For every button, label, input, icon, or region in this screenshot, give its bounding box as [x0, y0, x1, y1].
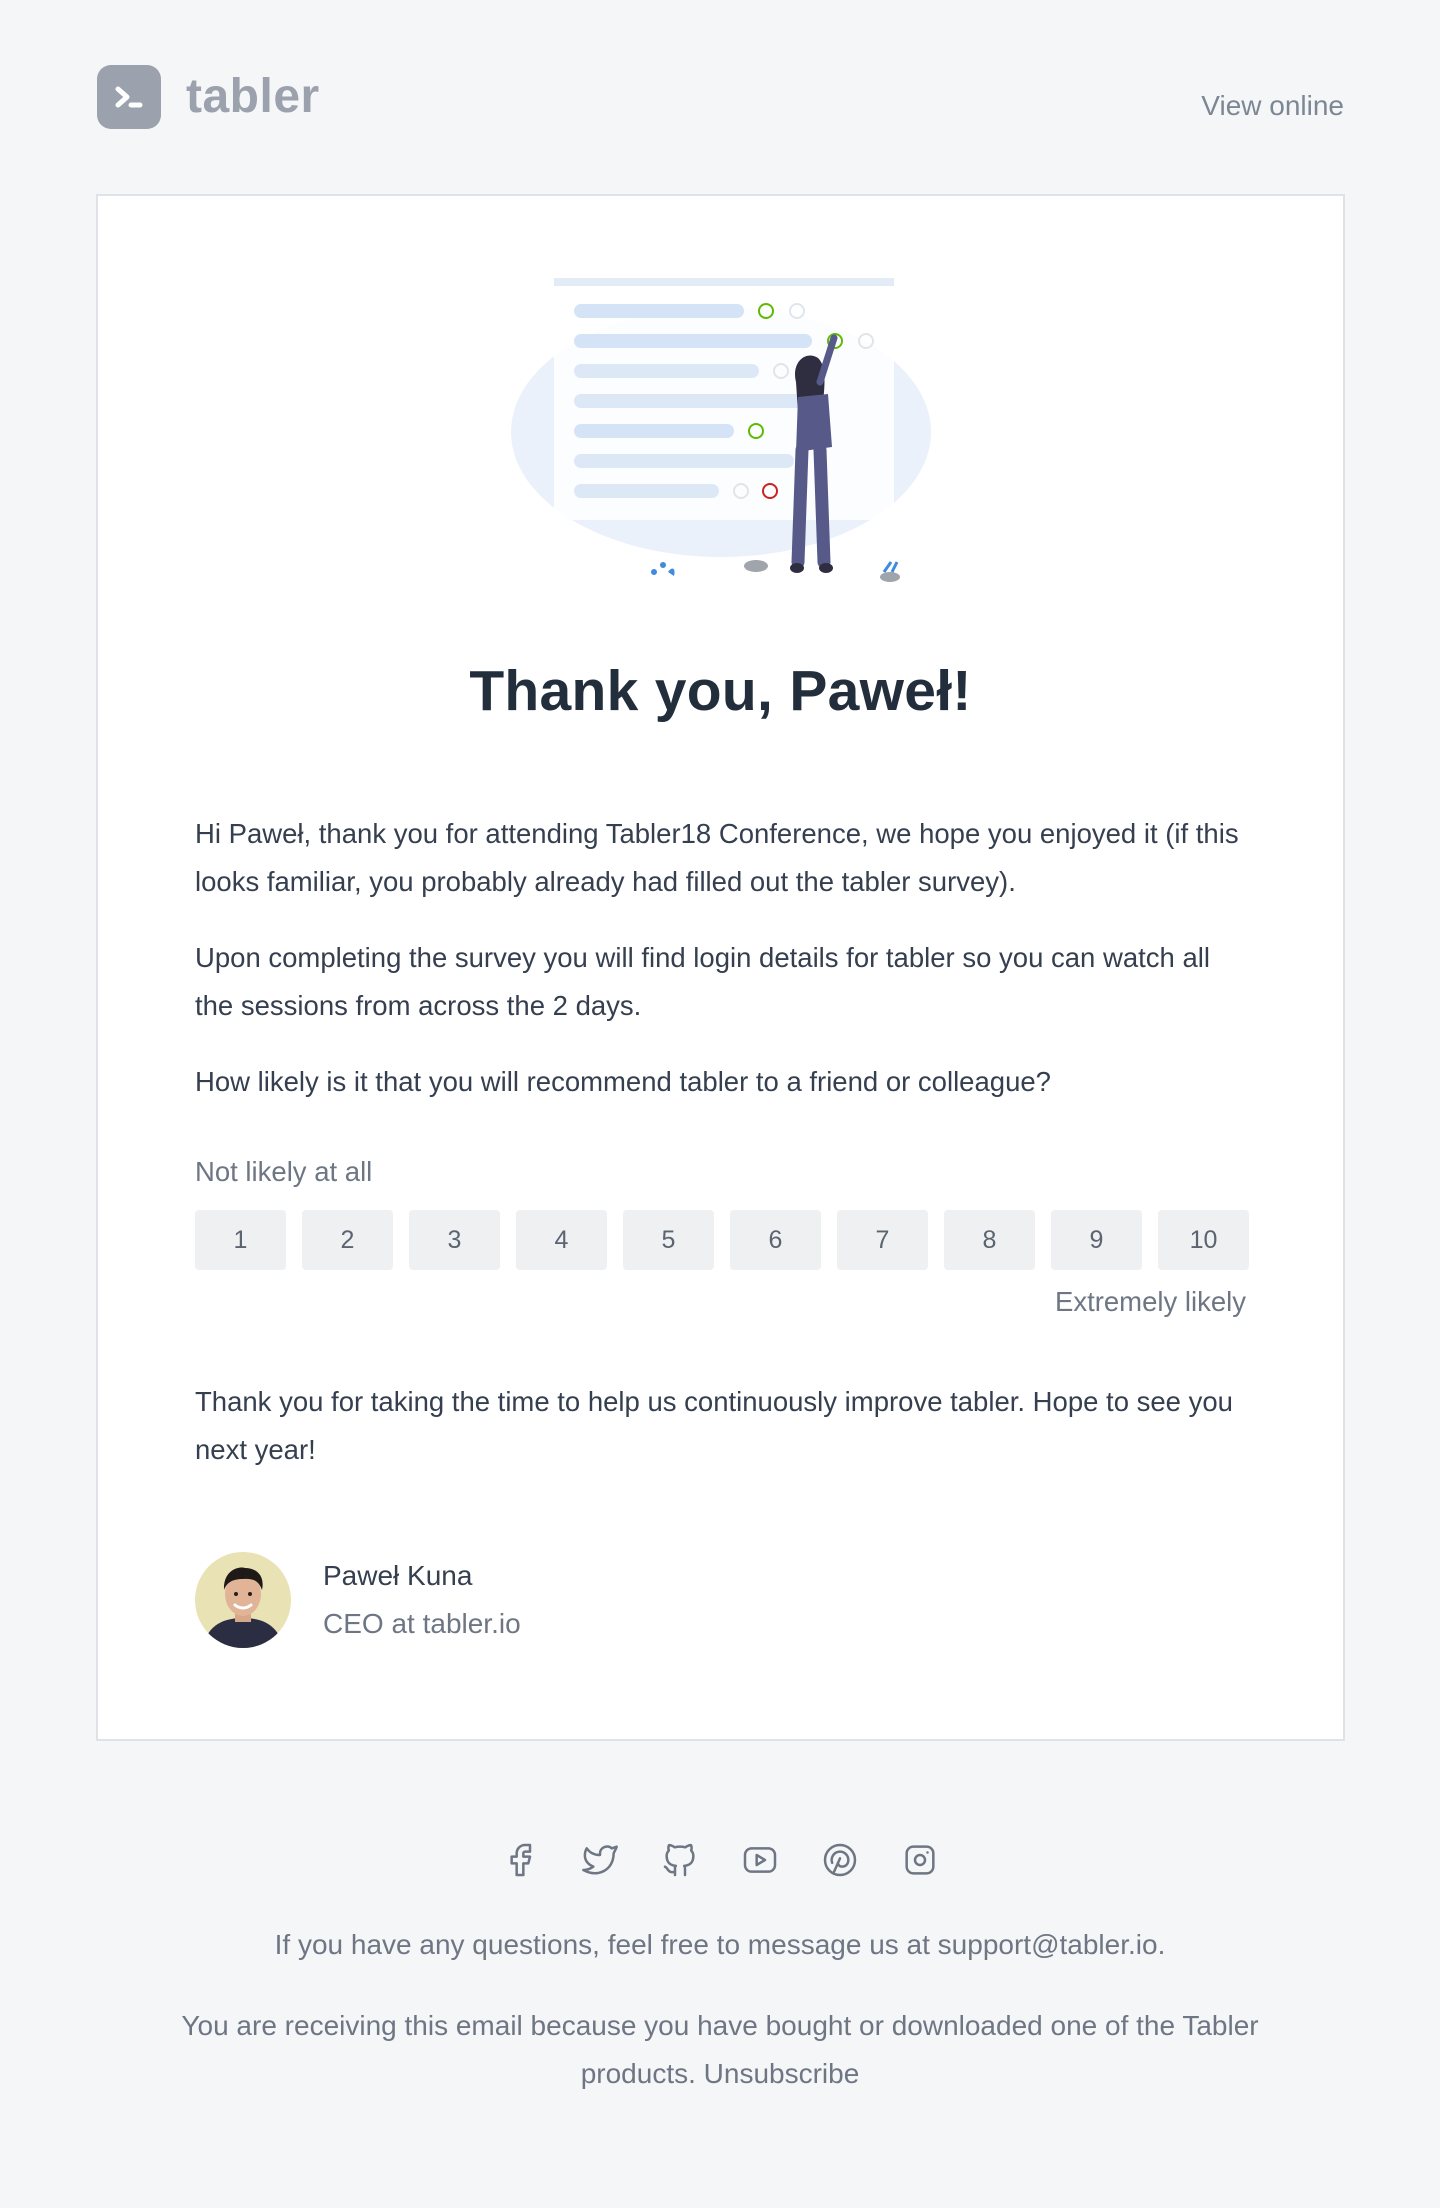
- signature-role: CEO at tabler.io: [323, 1608, 521, 1639]
- nps-option-5[interactable]: 5: [623, 1210, 714, 1270]
- nps-option-1[interactable]: 1: [195, 1210, 286, 1270]
- nps-high-label: Extremely likely: [1054, 1286, 1246, 1317]
- footer-receiving-text: You are receiving this email because you…: [120, 2002, 1320, 2098]
- unsubscribe-link[interactable]: Unsubscribe: [704, 2058, 860, 2089]
- email-card: Thank you, Paweł! Hi Paweł, thank you fo…: [96, 194, 1345, 1741]
- nps-option-7[interactable]: 7: [837, 1210, 928, 1270]
- survey-paragraph: Upon completing the survey you will find…: [195, 942, 1210, 1021]
- intro-paragraph: Hi Paweł, thank you for attending Tabler…: [195, 818, 1239, 897]
- youtube-icon[interactable]: [740, 1840, 780, 1880]
- avatar: [195, 1552, 291, 1648]
- closing-paragraph: Thank you for taking the time to help us…: [195, 1386, 1233, 1465]
- nps-scale: 1 2 3 4 5 6 7 8 9 10: [195, 1210, 1249, 1270]
- nps-option-10[interactable]: 10: [1158, 1210, 1249, 1270]
- github-icon[interactable]: [660, 1840, 700, 1880]
- nps-option-3[interactable]: 3: [409, 1210, 500, 1270]
- signature-name: Paweł Kuna: [323, 1560, 473, 1591]
- view-online-link[interactable]: View online: [1201, 90, 1344, 122]
- email-page: tabler View online Thank you, Paweł! Hi …: [0, 0, 1440, 2208]
- nps-option-8[interactable]: 8: [944, 1210, 1035, 1270]
- logo-text: tabler: [186, 70, 320, 123]
- nps-option-2[interactable]: 2: [302, 1210, 393, 1270]
- facebook-icon[interactable]: [500, 1840, 540, 1880]
- survey-illustration: [506, 272, 936, 596]
- signature: Paweł Kuna CEO at tabler.io: [195, 1552, 521, 1648]
- twitter-icon[interactable]: [580, 1840, 620, 1880]
- nps-option-4[interactable]: 4: [516, 1210, 607, 1270]
- email-header: tabler View online: [97, 64, 1344, 134]
- nps-low-label: Not likely at all: [195, 1156, 373, 1187]
- tabler-logo[interactable]: tabler: [97, 64, 320, 130]
- nps-option-9[interactable]: 9: [1051, 1210, 1142, 1270]
- nps-option-6[interactable]: 6: [730, 1210, 821, 1270]
- question-paragraph: How likely is it that you will recommend…: [195, 1066, 1051, 1097]
- instagram-icon[interactable]: [900, 1840, 940, 1880]
- pinterest-icon[interactable]: [820, 1840, 860, 1880]
- tabler-logo-icon: [97, 65, 161, 129]
- social-links: [0, 1840, 1440, 1880]
- signature-text: Paweł Kuna CEO at tabler.io: [323, 1552, 521, 1648]
- page-title: Thank you, Paweł!: [469, 659, 972, 723]
- footer-questions-text: If you have any questions, feel free to …: [274, 1929, 1166, 1960]
